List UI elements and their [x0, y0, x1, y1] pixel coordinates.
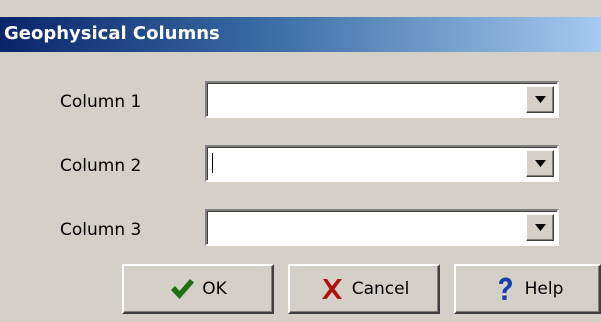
column-1-dropdown-button[interactable]	[526, 86, 554, 113]
help-label: Help	[524, 279, 564, 299]
column-3-combobox[interactable]	[205, 209, 559, 246]
ok-label: OK	[202, 279, 227, 299]
column-2-combobox[interactable]	[205, 145, 559, 182]
help-button[interactable]: Help	[454, 264, 601, 314]
text-cursor	[212, 153, 213, 173]
x-icon	[321, 279, 342, 299]
column-2-label: Column 2	[60, 156, 142, 176]
geophysical-columns-dialog: Geophysical Columns Column 1 Column 2 Co…	[0, 0, 601, 322]
dialog-title: Geophysical Columns	[4, 23, 220, 44]
column-1-label: Column 1	[60, 92, 142, 112]
cancel-label: Cancel	[351, 279, 410, 299]
column-3-dropdown-button[interactable]	[526, 214, 554, 241]
dropdown-arrow-icon	[535, 160, 546, 167]
column-2-dropdown-button[interactable]	[526, 150, 554, 177]
title-bar[interactable]: Geophysical Columns	[0, 17, 601, 52]
ok-button[interactable]: OK	[122, 264, 274, 314]
question-mark-icon	[498, 277, 512, 300]
dropdown-arrow-icon	[535, 224, 546, 231]
column-3-label: Column 3	[60, 220, 142, 240]
dropdown-arrow-icon	[535, 96, 546, 103]
cancel-button[interactable]: Cancel	[288, 264, 440, 314]
checkmark-icon	[171, 279, 195, 299]
column-1-combobox[interactable]	[205, 81, 559, 118]
